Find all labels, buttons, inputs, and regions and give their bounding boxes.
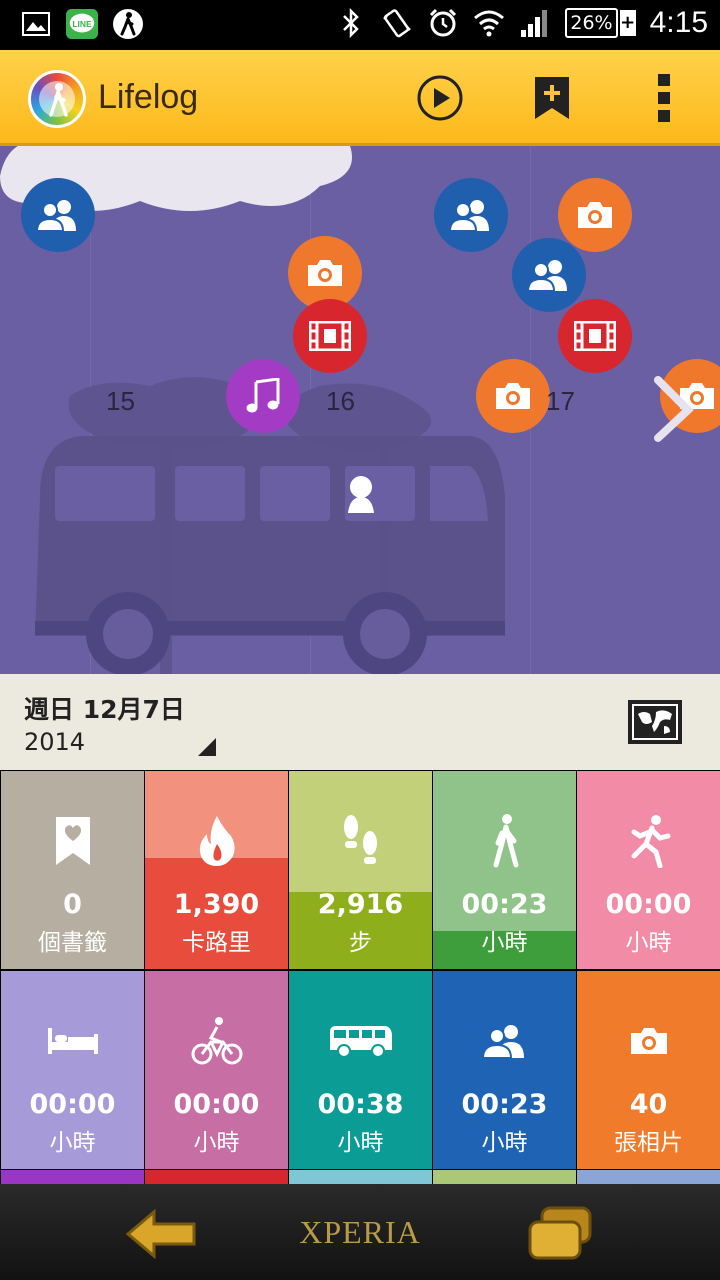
tile-value: 40 [629, 1089, 668, 1120]
overflow-menu-button[interactable] [636, 70, 692, 126]
people-event-icon[interactable] [512, 238, 586, 312]
tile-value: 00:38 [317, 1089, 404, 1120]
people-icon [433, 1011, 576, 1071]
camera-icon [577, 1011, 720, 1071]
bus-icon [289, 1011, 432, 1071]
play-icon [417, 75, 463, 121]
alarm-icon [427, 7, 459, 39]
tile-value: 00:23 [461, 889, 548, 920]
lifelog-logo-icon[interactable] [28, 70, 86, 128]
tile-value: 00:00 [29, 1089, 116, 1120]
tile-value: 2,916 [317, 889, 404, 920]
tile-value: 0 [63, 889, 82, 920]
date-picker-dropdown-icon[interactable] [198, 738, 216, 756]
date-label: 週日 12月7日 [24, 695, 185, 724]
add-bookmark-button[interactable] [524, 70, 580, 126]
day-label: 15 [106, 386, 135, 416]
wifi-icon [473, 7, 505, 39]
bookmark-add-icon [535, 77, 569, 119]
tile-value: 00:00 [605, 889, 692, 920]
battery-indicator: 26% + [565, 8, 636, 38]
tile-social[interactable]: 00:23 小時 [433, 971, 576, 1169]
tile-unit: 小時 [337, 1130, 384, 1156]
flame-icon [145, 811, 288, 871]
next-row-tile-peek [433, 1170, 576, 1184]
date-bar[interactable]: 週日 12月7日 2014 [0, 674, 720, 770]
tile-cycling[interactable]: 00:00 小時 [145, 971, 288, 1169]
signal-icon [519, 7, 551, 39]
bed-icon [1, 1011, 144, 1071]
tile-unit: 小時 [193, 1130, 240, 1156]
recent-apps-icon[interactable] [526, 1204, 594, 1264]
tile-unit: 步 [349, 930, 372, 956]
battery-percent: 26% [565, 8, 618, 38]
charging-icon: + [619, 10, 636, 36]
tile-unit: 個書籤 [38, 930, 107, 956]
people-event-icon[interactable] [21, 178, 95, 252]
app-title: Lifelog [98, 78, 199, 116]
day-label: 16 [326, 386, 355, 416]
overflow-menu-icon [658, 74, 670, 122]
year-label: 2014 [24, 728, 86, 756]
timeline-view[interactable]: 15 16 17 [0, 146, 720, 674]
camera-event-icon[interactable] [476, 359, 550, 433]
activity-tiles-grid: 0 個書籤 1,390 卡路里 2,916 步 00:23 小時 00:00 小… [0, 770, 720, 1170]
walk-status-icon [112, 8, 144, 40]
vibrate-icon [381, 7, 413, 39]
next-row-tile-peek [289, 1170, 432, 1184]
tile-value: 00:00 [173, 1089, 260, 1120]
tile-unit: 卡路里 [182, 930, 251, 956]
tile-steps[interactable]: 2,916 步 [289, 771, 432, 969]
tile-unit: 張相片 [614, 1130, 683, 1156]
bike-icon [145, 1011, 288, 1071]
tile-unit: 小時 [481, 1130, 528, 1156]
clock: 4:15 [649, 6, 708, 39]
tile-value: 1,390 [173, 889, 260, 920]
chevron-right-icon[interactable] [652, 374, 702, 444]
status-bar: LINE 26% + 4:15 [0, 0, 720, 50]
next-row-tile-peek [577, 1170, 720, 1184]
tile-unit: 小時 [49, 1130, 96, 1156]
play-button[interactable] [412, 70, 468, 126]
video-event-icon[interactable] [293, 299, 367, 373]
bluetooth-icon [335, 7, 367, 39]
walk-icon [433, 811, 576, 871]
day-label: 17 [546, 386, 575, 416]
tile-transport[interactable]: 00:38 小時 [289, 971, 432, 1169]
xperia-brand: XPERIA [299, 1214, 421, 1250]
music-event-icon[interactable] [226, 359, 300, 433]
map-icon[interactable] [628, 700, 682, 744]
system-nav-bar: XPERIA [0, 1184, 720, 1280]
tile-running[interactable]: 00:00 小時 [577, 771, 720, 969]
next-row-tile-peek [1, 1170, 144, 1184]
gallery-icon [20, 8, 52, 40]
video-event-icon[interactable] [558, 299, 632, 373]
tile-walking[interactable]: 00:23 小時 [433, 771, 576, 969]
bookmark-heart-icon [1, 811, 144, 871]
tile-sleep[interactable]: 00:00 小時 [1, 971, 144, 1169]
footsteps-icon [289, 811, 432, 871]
tile-photos[interactable]: 40 張相片 [577, 971, 720, 1169]
tile-unit: 小時 [625, 930, 672, 956]
tile-unit: 小時 [481, 930, 528, 956]
next-row-tile-peek [145, 1170, 288, 1184]
tile-calories[interactable]: 1,390 卡路里 [145, 771, 288, 969]
app-bar: Lifelog [0, 50, 720, 146]
svg-text:LINE: LINE [72, 19, 92, 29]
run-icon [577, 811, 720, 871]
people-event-icon[interactable] [434, 178, 508, 252]
line-app-icon: LINE [66, 8, 98, 40]
tile-value: 00:23 [461, 1089, 548, 1120]
camera-event-icon[interactable] [558, 178, 632, 252]
tile-bookmarks[interactable]: 0 個書籤 [1, 771, 144, 969]
